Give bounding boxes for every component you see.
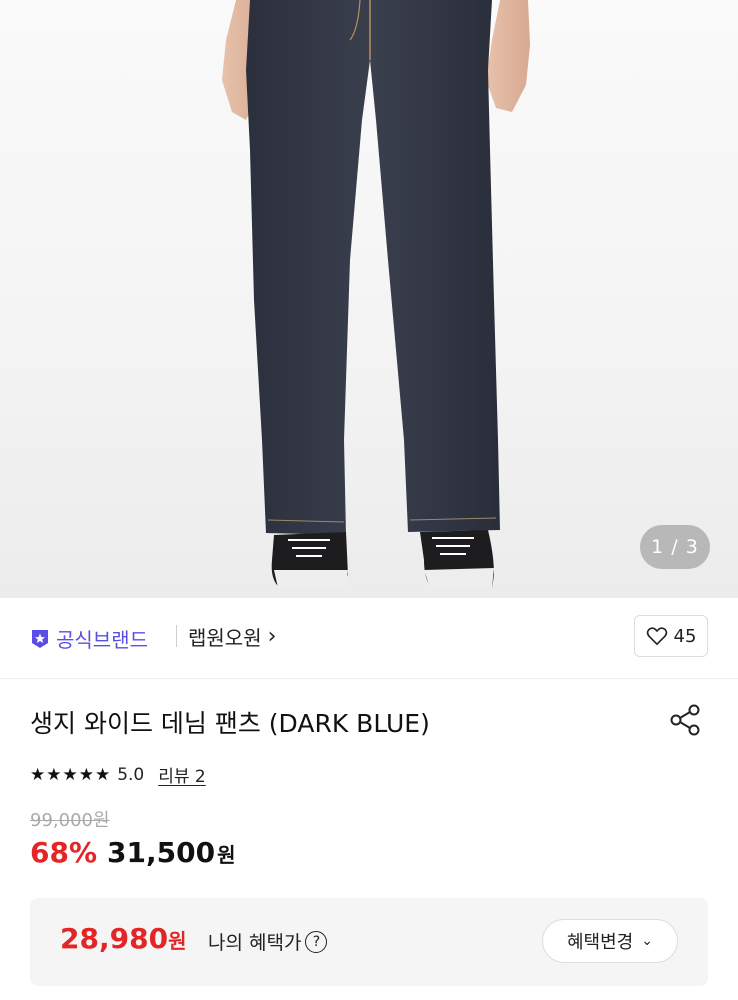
official-badge-icon — [32, 629, 48, 648]
brand-name: 랩원오원 — [188, 626, 262, 650]
benefit-label: 나의 혜택가 ? — [208, 928, 328, 955]
change-benefit-label: 혜택변경 — [567, 932, 634, 953]
chevron-right-icon: › — [267, 624, 277, 649]
change-benefit-button[interactable]: 혜택변경 ⌄ — [542, 919, 678, 963]
sale-price-unit: 원 — [217, 843, 236, 867]
help-icon[interactable]: ? — [305, 930, 328, 953]
discount-rate: 68% — [30, 836, 98, 869]
star-rating: ★★★★★ — [30, 764, 112, 785]
product-title: 생지 와이드 데님 팬츠 (DARK BLUE) — [30, 709, 430, 738]
brand-row: 공식브랜드 랩원오원 › 45 — [0, 598, 738, 679]
benefit-price: 28,980원 — [60, 922, 186, 955]
benefit-label-text: 나의 혜택가 — [208, 932, 302, 954]
chevron-down-icon: ⌄ — [641, 933, 653, 949]
benefit-box: 28,980원 나의 혜택가 ? 혜택변경 ⌄ — [30, 898, 708, 986]
benefit-price-unit: 원 — [168, 929, 187, 953]
original-price: 99,000원 — [30, 810, 110, 831]
jeans-photo — [222, 0, 530, 588]
official-brand-badge: 공식브랜드 — [30, 624, 148, 653]
price-line: 68% 31,500 원 — [30, 836, 236, 869]
rating-score: 5.0 — [117, 764, 145, 785]
brand-link[interactable]: 랩원오원 › — [188, 622, 276, 651]
heart-icon — [646, 627, 667, 645]
like-button[interactable]: 45 — [634, 615, 708, 657]
divider — [176, 625, 177, 647]
benefit-price-value: 28,980 — [60, 922, 169, 955]
share-icon[interactable] — [668, 702, 704, 738]
like-count: 45 — [673, 625, 697, 647]
rating-row: ★★★★★ 5.0 리뷰 2 — [30, 762, 206, 788]
product-image[interactable]: 1 / 3 — [0, 0, 738, 598]
sale-price: 31,500 — [107, 836, 216, 869]
official-brand-label: 공식브랜드 — [56, 628, 148, 652]
review-link[interactable]: 리뷰 2 — [158, 762, 206, 787]
image-pager: 1 / 3 — [640, 525, 710, 569]
